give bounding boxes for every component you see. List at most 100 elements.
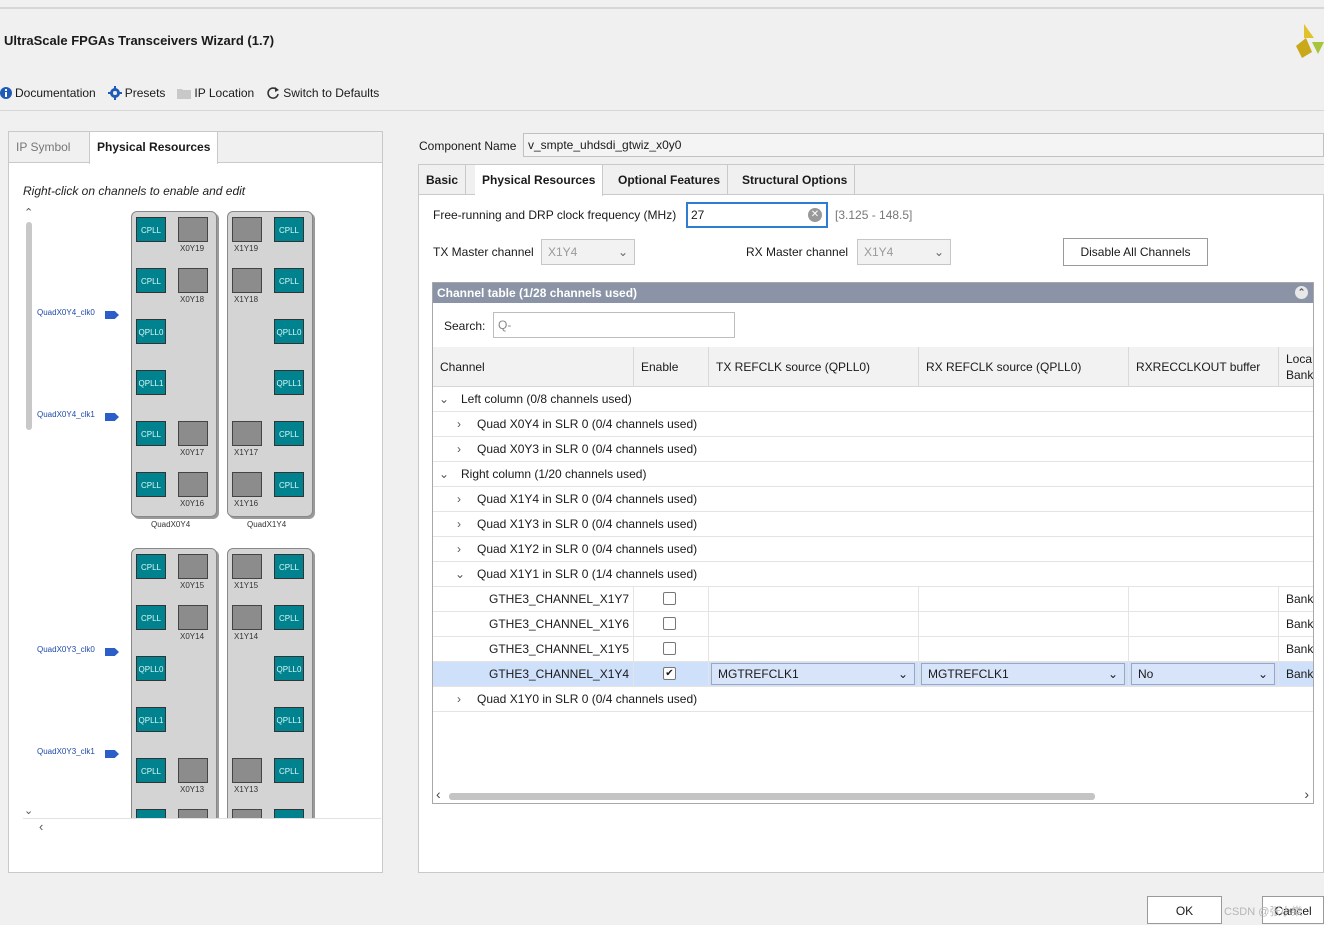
channel-block[interactable] <box>232 605 262 630</box>
rx-refclk-select[interactable]: MGTREFCLK1 ⌄ <box>921 663 1125 685</box>
expand-right-icon[interactable]: › <box>457 687 461 711</box>
cpll-block[interactable]: CPLL <box>136 605 166 630</box>
scroll-left-icon[interactable]: ‹ <box>436 786 441 802</box>
tab-physical-resources[interactable]: Physical Resources <box>475 165 604 196</box>
scroll-left-icon[interactable]: ‹ <box>39 819 43 834</box>
clk-port-icon[interactable] <box>105 648 119 656</box>
tree-row-group[interactable]: ⌄ Right column (1/20 channels used) <box>433 462 1313 487</box>
collapse-icon[interactable]: ⌃ <box>1295 286 1308 299</box>
clear-icon[interactable]: ✕ <box>808 208 822 222</box>
disable-all-channels-button[interactable]: Disable All Channels <box>1063 238 1208 266</box>
enable-checkbox[interactable] <box>663 592 676 605</box>
component-name-input[interactable]: v_smpte_uhdsdi_gtwiz_x0y0 <box>523 133 1324 157</box>
channel-block[interactable] <box>232 554 262 579</box>
tab-structural-options[interactable]: Structural Options <box>735 165 856 195</box>
ip-location-button[interactable]: IP Location <box>177 86 254 100</box>
tx-master-select[interactable]: X1Y4 ⌄ <box>541 239 635 265</box>
expand-right-icon[interactable]: › <box>457 512 461 536</box>
cpll-block[interactable]: CPLL <box>274 605 304 630</box>
channel-block[interactable] <box>178 217 208 242</box>
expand-down-icon[interactable]: ⌄ <box>455 562 465 586</box>
expand-right-icon[interactable]: › <box>457 437 461 461</box>
cpll-block[interactable]: CPLL <box>136 268 166 293</box>
tree-row-quad[interactable]: › Quad X1Y2 in SLR 0 (0/4 channels used) <box>433 537 1313 562</box>
scroll-thumb[interactable] <box>449 793 1095 800</box>
channel-row[interactable]: GTHE3_CHANNEL_X1Y7 Bank <box>433 587 1313 612</box>
qpll0-block[interactable]: QPLL0 <box>274 319 304 344</box>
clk-port-icon[interactable] <box>105 750 119 758</box>
cpll-block[interactable]: CPLL <box>274 268 304 293</box>
ok-button[interactable]: OK <box>1147 896 1222 924</box>
tree-row-quad[interactable]: › Quad X1Y3 in SLR 0 (0/4 channels used) <box>433 512 1313 537</box>
channel-block[interactable] <box>232 268 262 293</box>
channel-block[interactable] <box>178 605 208 630</box>
channel-block[interactable] <box>232 758 262 783</box>
col-header-channel[interactable]: Channel <box>433 347 634 387</box>
enable-checkbox[interactable] <box>663 617 676 630</box>
qpll1-block[interactable]: QPLL1 <box>136 370 166 395</box>
tab-basic[interactable]: Basic <box>419 165 467 195</box>
expand-down-icon[interactable]: ⌄ <box>439 387 449 411</box>
search-input[interactable]: Q- <box>493 312 735 338</box>
channel-block[interactable] <box>178 421 208 446</box>
scroll-right-icon[interactable]: › <box>1304 786 1309 802</box>
clk-port-icon[interactable] <box>105 311 119 319</box>
cpll-block[interactable]: CPLL <box>136 421 166 446</box>
channel-block[interactable] <box>232 809 262 818</box>
table-horizontal-scrollbar[interactable]: ‹ › <box>433 786 1313 803</box>
documentation-button[interactable]: Documentation <box>0 86 96 100</box>
enable-checkbox[interactable] <box>663 642 676 655</box>
clk-port-icon[interactable] <box>105 413 119 421</box>
rx-master-select[interactable]: X1Y4 ⌄ <box>857 239 951 265</box>
col-header-rx-refclk[interactable]: RX REFCLK source (QPLL0) <box>919 347 1129 387</box>
presets-button[interactable]: Presets <box>107 86 165 100</box>
channel-block[interactable] <box>232 217 262 242</box>
tree-row-quad[interactable]: ⌄ Quad X1Y1 in SLR 0 (1/4 channels used) <box>433 562 1313 587</box>
switch-to-defaults-button[interactable]: Switch to Defaults <box>266 86 379 100</box>
tree-row-group[interactable]: ⌄ Left column (0/8 channels used) <box>433 387 1313 412</box>
tree-row-quad[interactable]: › Quad X1Y0 in SLR 0 (0/4 channels used) <box>433 687 1313 712</box>
diagram-horizontal-scrollbar[interactable]: ‹ <box>23 818 381 834</box>
tree-row-quad[interactable]: › Quad X0Y4 in SLR 0 (0/4 channels used) <box>433 412 1313 437</box>
qpll1-block[interactable]: QPLL1 <box>274 370 304 395</box>
cpll-block[interactable]: CPLL <box>136 758 166 783</box>
quad-box-left[interactable]: CPLL X0Y19 CPLL X0Y18 QPLL0 QPLL1 CPLL X… <box>131 211 217 517</box>
cpll-block[interactable]: CPLL <box>274 421 304 446</box>
channel-row[interactable]: GTHE3_CHANNEL_X1Y5 Bank <box>433 637 1313 662</box>
channel-row[interactable]: GTHE3_CHANNEL_X1Y6 Bank <box>433 612 1313 637</box>
qpll0-block[interactable]: QPLL0 <box>136 319 166 344</box>
quad-box-right[interactable]: X1Y15 CPLL X1Y14 CPLL QPLL0 QPLL1 X1Y13 … <box>227 548 313 818</box>
tree-row-quad[interactable]: › Quad X0Y3 in SLR 0 (0/4 channels used) <box>433 437 1313 462</box>
cpll-block[interactable]: CPLL <box>274 554 304 579</box>
channel-block[interactable] <box>232 421 262 446</box>
cpll-block[interactable] <box>136 809 166 818</box>
cpll-block[interactable]: CPLL <box>274 472 304 497</box>
col-header-location[interactable]: Loca Bank <box>1279 347 1313 387</box>
qpll0-block[interactable]: QPLL0 <box>136 656 166 681</box>
col-header-enable[interactable]: Enable <box>634 347 709 387</box>
freq-input[interactable]: 27 ✕ <box>686 202 828 228</box>
cpll-block[interactable]: CPLL <box>274 758 304 783</box>
cpll-block[interactable]: CPLL <box>136 554 166 579</box>
cpll-block[interactable]: CPLL <box>136 217 166 242</box>
tree-row-quad[interactable]: › Quad X1Y4 in SLR 0 (0/4 channels used) <box>433 487 1313 512</box>
quad-box-left[interactable]: CPLL X0Y15 CPLL X0Y14 QPLL0 QPLL1 CPLL X… <box>131 548 217 818</box>
channel-block[interactable] <box>178 472 208 497</box>
qpll1-block[interactable]: QPLL1 <box>136 707 166 732</box>
cpll-block[interactable]: CPLL <box>136 472 166 497</box>
cpll-block[interactable] <box>274 809 304 818</box>
tx-refclk-select[interactable]: MGTREFCLK1 ⌄ <box>711 663 915 685</box>
col-header-tx-refclk[interactable]: TX REFCLK source (QPLL0) <box>709 347 919 387</box>
rxrecclkout-buffer-select[interactable]: No ⌄ <box>1131 663 1275 685</box>
channel-block[interactable] <box>178 809 208 818</box>
enable-checkbox-checked[interactable]: ✔ <box>663 667 676 680</box>
tab-optional-features[interactable]: Optional Features <box>611 165 729 195</box>
channel-row-selected[interactable]: GTHE3_CHANNEL_X1Y4 ✔ MGTREFCLK1 ⌄ MGTREF… <box>433 662 1313 687</box>
channel-block[interactable] <box>232 472 262 497</box>
cpll-block[interactable]: CPLL <box>274 217 304 242</box>
col-header-rxrecclkout[interactable]: RXRECCLKOUT buffer <box>1129 347 1279 387</box>
channel-block[interactable] <box>178 758 208 783</box>
expand-right-icon[interactable]: › <box>457 487 461 511</box>
tab-ip-symbol[interactable]: IP Symbol <box>9 132 77 163</box>
expand-right-icon[interactable]: › <box>457 412 461 436</box>
